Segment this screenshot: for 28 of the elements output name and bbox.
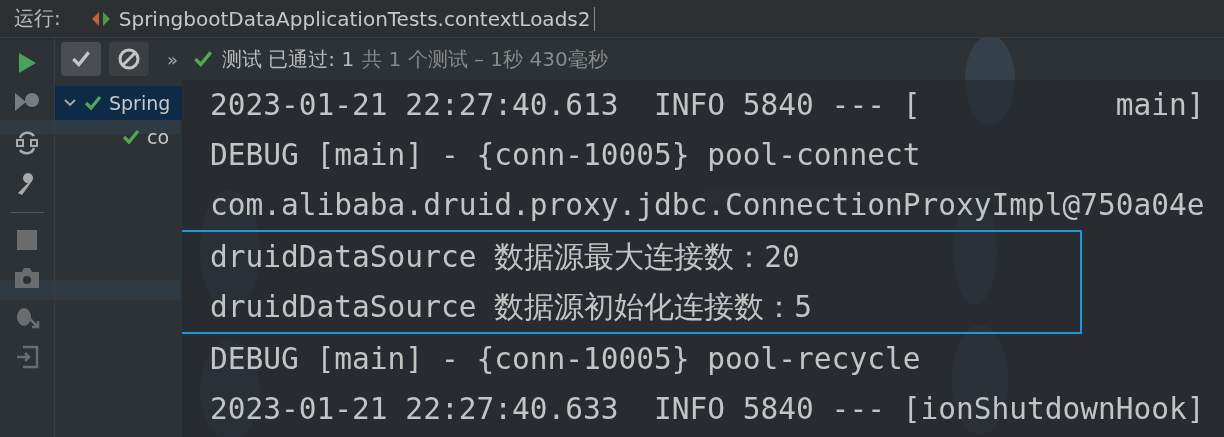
console-line: druidDataSource 数据源最大连接数：20 (210, 239, 801, 276)
run-config-tab[interactable]: SpringbootDataApplicationTests.contextLoads2 (90, 6, 596, 31)
console-line: DEBUG [main] - {conn-10005} pool-recycle (210, 341, 922, 378)
console-line: druidDataSource 数据源初始化连接数：5 (210, 289, 813, 326)
check-icon (192, 48, 214, 70)
check-icon (83, 93, 103, 113)
show-passed-button[interactable] (61, 42, 101, 76)
console-line: com.alibaba.druid.proxy.jdbc.ConnectionProxyImpl@750a04e (210, 187, 1206, 224)
play-icon[interactable] (16, 52, 38, 74)
test-tree-item[interactable]: co (55, 120, 182, 154)
test-status: 测试 已通过: 1 (222, 45, 355, 73)
toggle-icon[interactable] (15, 130, 39, 156)
rerun-icon[interactable] (14, 90, 40, 114)
test-summary: 共 1 个测试 – 1秒 430毫秒 (362, 45, 608, 73)
check-icon (121, 127, 141, 147)
exit-icon[interactable] (15, 345, 39, 369)
prohibited-icon (117, 47, 141, 71)
more-button[interactable]: » (167, 48, 178, 70)
console-line: 2023-01-21 22:27:40.633 INFO 5840 --- [ionShutdownHook] (210, 391, 1206, 428)
show-ignored-button[interactable] (109, 42, 149, 76)
check-icon (69, 48, 93, 70)
diamond-icon (90, 10, 111, 27)
run-label: 运行: (14, 5, 61, 32)
console-line: DEBUG [main] - {conn-10005} pool-connect (210, 137, 922, 174)
camera-icon[interactable] (14, 267, 40, 289)
test-tree-item[interactable]: Spring (55, 86, 182, 120)
console-line: 2023-01-21 22:27:40.613 INFO 5840 --- [ main] (210, 87, 1206, 124)
stop-icon[interactable] (16, 229, 38, 251)
